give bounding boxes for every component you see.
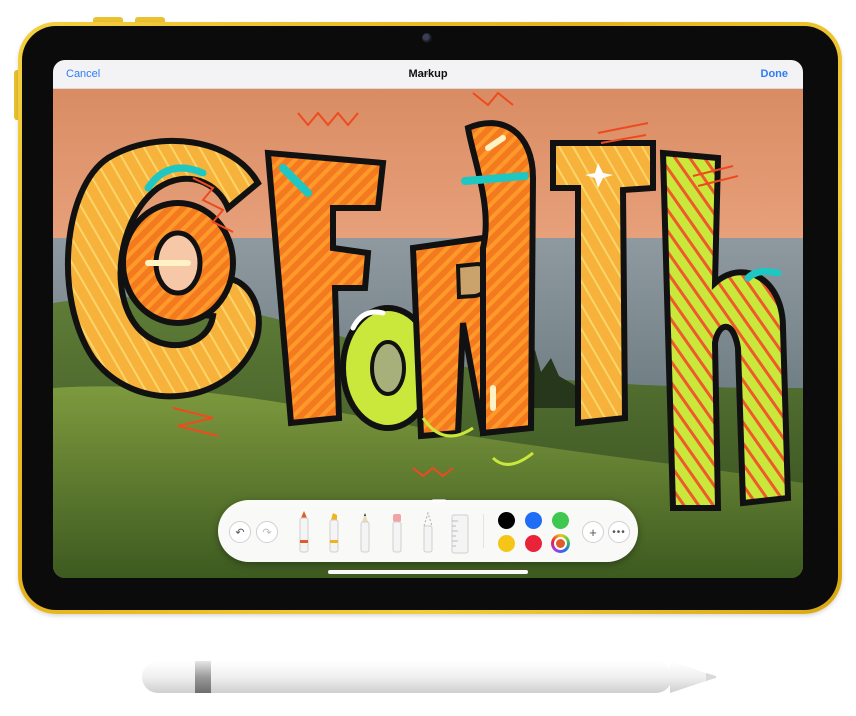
- color-swatch-green[interactable]: [552, 512, 569, 529]
- eraser-tool[interactable]: [390, 513, 404, 554]
- lasso-tool[interactable]: [421, 512, 435, 554]
- color-swatch-red[interactable]: [525, 535, 542, 552]
- done-button[interactable]: Done: [761, 68, 789, 80]
- undo-icon[interactable]: ↶: [229, 521, 251, 543]
- color-picker-current: [556, 539, 565, 548]
- front-camera: [422, 33, 432, 43]
- ipad-screen: Cancel Markup Done ↶ ↷ + •••: [53, 60, 803, 578]
- pencil-tool[interactable]: [358, 513, 372, 554]
- apple-pencil: [142, 661, 716, 693]
- home-indicator: [328, 570, 528, 574]
- palette-divider: [483, 514, 484, 548]
- ruler-tool[interactable]: [451, 514, 469, 554]
- markup-navbar: Cancel Markup Done: [53, 60, 803, 89]
- plus-icon[interactable]: +: [582, 521, 604, 543]
- marker-tool[interactable]: [327, 512, 341, 554]
- ellipsis-icon[interactable]: •••: [608, 521, 630, 543]
- color-picker-multicolor[interactable]: [551, 534, 570, 553]
- page-title: Markup: [408, 68, 448, 80]
- tool-palette: ↶ ↷ + •••: [218, 500, 638, 562]
- grabber-dots: [422, 62, 434, 75]
- redo-icon[interactable]: ↷: [256, 521, 278, 543]
- color-swatch-black[interactable]: [498, 512, 515, 529]
- pen-tool[interactable]: [297, 510, 311, 554]
- color-swatch-blue[interactable]: [525, 512, 542, 529]
- color-swatch-yellow[interactable]: [498, 535, 515, 552]
